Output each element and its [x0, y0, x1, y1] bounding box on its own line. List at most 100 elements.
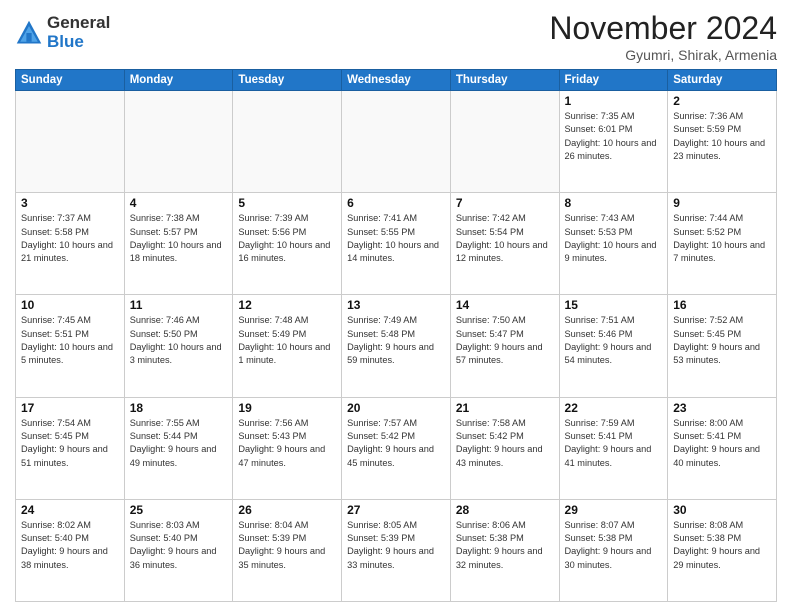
- day-number: 29: [565, 503, 663, 517]
- day-number: 26: [238, 503, 336, 517]
- day-info: Sunrise: 7:44 AM Sunset: 5:52 PM Dayligh…: [673, 212, 771, 265]
- day-info: Sunrise: 7:50 AM Sunset: 5:47 PM Dayligh…: [456, 314, 554, 367]
- day-info: Sunrise: 7:54 AM Sunset: 5:45 PM Dayligh…: [21, 417, 119, 470]
- day-cell: [450, 91, 559, 193]
- day-cell: 7Sunrise: 7:42 AM Sunset: 5:54 PM Daylig…: [450, 193, 559, 295]
- day-cell: 15 Sunrise: 7:51 AM Sunset: 5:46 PM Dayli…: [559, 295, 668, 397]
- day-info: Sunrise: 8:03 AM Sunset: 5:40 PM Dayligh…: [130, 519, 228, 572]
- day-cell: 3 Sunrise: 7:37 AM Sunset: 5:58 PM Daylig…: [16, 193, 125, 295]
- day-cell: [124, 91, 233, 193]
- day-cell: 6 Sunrise: 7:41 AM Sunset: 5:55 PM Daylig…: [342, 193, 451, 295]
- header: General Blue November 2024 Gyumri, Shira…: [15, 10, 777, 63]
- day-number: 4: [130, 196, 228, 210]
- day-info: Sunrise: 7:41 AM Sunset: 5:55 PM Dayligh…: [347, 212, 445, 265]
- day-info: Sunrise: 7:56 AM Sunset: 5:43 PM Dayligh…: [238, 417, 336, 470]
- header-saturday: Saturday: [668, 70, 777, 91]
- day-number: 16: [673, 298, 771, 312]
- day-info: Sunrise: 7:42 AM Sunset: 5:54 PM Dayligh…: [456, 212, 554, 265]
- day-info: Sunrise: 7:59 AM Sunset: 5:41 PM Dayligh…: [565, 417, 663, 470]
- header-friday: Friday: [559, 70, 668, 91]
- day-cell: 29Sunrise: 8:07 AM Sunset: 5:38 PM Dayli…: [559, 499, 668, 601]
- day-number: 27: [347, 503, 445, 517]
- day-number: 28: [456, 503, 554, 517]
- day-number: 21: [456, 401, 554, 415]
- day-cell: 10Sunrise: 7:45 AM Sunset: 5:51 PM Dayli…: [16, 295, 125, 397]
- day-info: Sunrise: 8:08 AM Sunset: 5:38 PM Dayligh…: [673, 519, 771, 572]
- day-number: 3: [21, 196, 119, 210]
- day-number: 8: [565, 196, 663, 210]
- day-info: Sunrise: 7:35 AM Sunset: 6:01 PM Dayligh…: [565, 110, 663, 163]
- day-cell: 26Sunrise: 8:04 AM Sunset: 5:39 PM Dayli…: [233, 499, 342, 601]
- day-number: 11: [130, 298, 228, 312]
- day-info: Sunrise: 7:39 AM Sunset: 5:56 PM Dayligh…: [238, 212, 336, 265]
- day-info: Sunrise: 7:38 AM Sunset: 5:57 PM Dayligh…: [130, 212, 228, 265]
- day-info: Sunrise: 7:36 AM Sunset: 5:59 PM Dayligh…: [673, 110, 771, 163]
- day-number: 5: [238, 196, 336, 210]
- day-cell: 5 Sunrise: 7:39 AM Sunset: 5:56 PM Daylig…: [233, 193, 342, 295]
- day-cell: 23Sunrise: 8:00 AM Sunset: 5:41 PM Dayli…: [668, 397, 777, 499]
- header-monday: Monday: [124, 70, 233, 91]
- day-info: Sunrise: 7:55 AM Sunset: 5:44 PM Dayligh…: [130, 417, 228, 470]
- day-number: 24: [21, 503, 119, 517]
- day-cell: 9 Sunrise: 7:44 AM Sunset: 5:52 PM Daylig…: [668, 193, 777, 295]
- day-cell: 14Sunrise: 7:50 AM Sunset: 5:47 PM Dayli…: [450, 295, 559, 397]
- calendar-header: Sunday Monday Tuesday Wednesday Thursday…: [16, 70, 777, 91]
- day-cell: 30 Sunrise: 8:08 AM Sunset: 5:38 PM Dayli…: [668, 499, 777, 601]
- day-number: 20: [347, 401, 445, 415]
- calendar: Sunday Monday Tuesday Wednesday Thursday…: [15, 69, 777, 602]
- logo-icon: [15, 19, 43, 47]
- week-row-3: 17 Sunrise: 7:54 AM Sunset: 5:45 PM Dayli…: [16, 397, 777, 499]
- week-row-4: 24 Sunrise: 8:02 AM Sunset: 5:40 PM Dayli…: [16, 499, 777, 601]
- day-cell: 24 Sunrise: 8:02 AM Sunset: 5:40 PM Dayli…: [16, 499, 125, 601]
- logo-line2: Blue: [47, 33, 110, 52]
- header-sunday: Sunday: [16, 70, 125, 91]
- day-number: 25: [130, 503, 228, 517]
- day-info: Sunrise: 8:00 AM Sunset: 5:41 PM Dayligh…: [673, 417, 771, 470]
- day-cell: 1Sunrise: 7:35 AM Sunset: 6:01 PM Daylig…: [559, 91, 668, 193]
- day-cell: 16 Sunrise: 7:52 AM Sunset: 5:45 PM Dayli…: [668, 295, 777, 397]
- day-cell: [16, 91, 125, 193]
- day-cell: 21 Sunrise: 7:58 AM Sunset: 5:42 PM Dayli…: [450, 397, 559, 499]
- month-title: November 2024: [549, 10, 777, 47]
- day-number: 18: [130, 401, 228, 415]
- day-cell: 28 Sunrise: 8:06 AM Sunset: 5:38 PM Dayli…: [450, 499, 559, 601]
- day-cell: 4 Sunrise: 7:38 AM Sunset: 5:57 PM Daylig…: [124, 193, 233, 295]
- calendar-table: Sunday Monday Tuesday Wednesday Thursday…: [15, 69, 777, 602]
- day-info: Sunrise: 7:52 AM Sunset: 5:45 PM Dayligh…: [673, 314, 771, 367]
- week-row-2: 10Sunrise: 7:45 AM Sunset: 5:51 PM Dayli…: [16, 295, 777, 397]
- day-cell: 12 Sunrise: 7:48 AM Sunset: 5:49 PM Dayli…: [233, 295, 342, 397]
- day-cell: 11Sunrise: 7:46 AM Sunset: 5:50 PM Dayli…: [124, 295, 233, 397]
- day-cell: 25 Sunrise: 8:03 AM Sunset: 5:40 PM Dayli…: [124, 499, 233, 601]
- day-cell: 13Sunrise: 7:49 AM Sunset: 5:48 PM Dayli…: [342, 295, 451, 397]
- day-info: Sunrise: 7:37 AM Sunset: 5:58 PM Dayligh…: [21, 212, 119, 265]
- day-number: 10: [21, 298, 119, 312]
- weekday-header-row: Sunday Monday Tuesday Wednesday Thursday…: [16, 70, 777, 91]
- day-number: 6: [347, 196, 445, 210]
- day-info: Sunrise: 8:06 AM Sunset: 5:38 PM Dayligh…: [456, 519, 554, 572]
- day-number: 13: [347, 298, 445, 312]
- day-info: Sunrise: 8:02 AM Sunset: 5:40 PM Dayligh…: [21, 519, 119, 572]
- day-info: Sunrise: 8:05 AM Sunset: 5:39 PM Dayligh…: [347, 519, 445, 572]
- logo-line1: General: [47, 14, 110, 33]
- week-row-1: 3 Sunrise: 7:37 AM Sunset: 5:58 PM Daylig…: [16, 193, 777, 295]
- day-number: 12: [238, 298, 336, 312]
- title-block: November 2024 Gyumri, Shirak, Armenia: [549, 10, 777, 63]
- day-info: Sunrise: 7:58 AM Sunset: 5:42 PM Dayligh…: [456, 417, 554, 470]
- header-wednesday: Wednesday: [342, 70, 451, 91]
- day-cell: 19Sunrise: 7:56 AM Sunset: 5:43 PM Dayli…: [233, 397, 342, 499]
- day-number: 9: [673, 196, 771, 210]
- day-info: Sunrise: 7:51 AM Sunset: 5:46 PM Dayligh…: [565, 314, 663, 367]
- day-cell: 22Sunrise: 7:59 AM Sunset: 5:41 PM Dayli…: [559, 397, 668, 499]
- calendar-body: 1Sunrise: 7:35 AM Sunset: 6:01 PM Daylig…: [16, 91, 777, 602]
- day-info: Sunrise: 7:48 AM Sunset: 5:49 PM Dayligh…: [238, 314, 336, 367]
- day-number: 2: [673, 94, 771, 108]
- day-cell: 27 Sunrise: 8:05 AM Sunset: 5:39 PM Dayli…: [342, 499, 451, 601]
- day-info: Sunrise: 7:57 AM Sunset: 5:42 PM Dayligh…: [347, 417, 445, 470]
- week-row-0: 1Sunrise: 7:35 AM Sunset: 6:01 PM Daylig…: [16, 91, 777, 193]
- day-cell: [342, 91, 451, 193]
- day-number: 17: [21, 401, 119, 415]
- day-number: 15: [565, 298, 663, 312]
- header-thursday: Thursday: [450, 70, 559, 91]
- logo: General Blue: [15, 14, 110, 51]
- day-number: 30: [673, 503, 771, 517]
